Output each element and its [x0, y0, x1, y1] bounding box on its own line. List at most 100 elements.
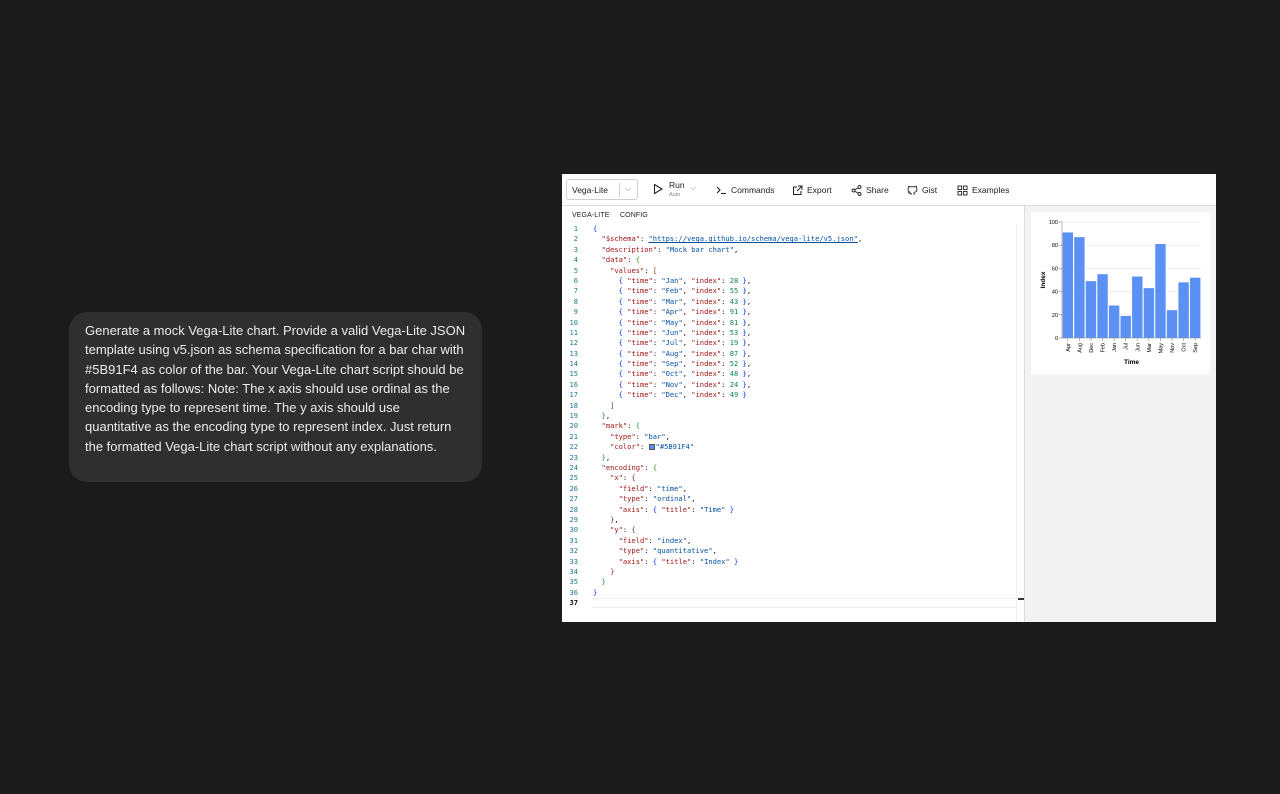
editor-toolbar: Vega-Lite ⌵ Run Auto ⌵ Commands Export S…	[562, 174, 1216, 206]
bar-feb	[1097, 274, 1108, 338]
code-line[interactable]: 15 { "time": "Oct", "index": 48 },	[562, 369, 1016, 379]
code-line[interactable]: 28 "axis": { "title": "Time" }	[562, 505, 1016, 515]
x-tick-label: Mar	[1147, 343, 1153, 353]
x-tick-label: Sep	[1193, 343, 1199, 353]
commands-button[interactable]: Commands	[716, 174, 774, 206]
code-line[interactable]: 12 { "time": "Jul", "index": 19 },	[562, 338, 1016, 348]
code-line[interactable]: 37	[562, 598, 1016, 608]
code-text: { "time": "May", "index": 81 },	[618, 317, 752, 327]
line-number: 11	[569, 327, 578, 337]
x-tick-label: Feb	[1101, 343, 1107, 352]
code-line[interactable]: 20 "mark": {	[562, 421, 1016, 431]
code-line[interactable]: 9 { "time": "Apr", "index": 91 },	[562, 307, 1016, 317]
code-text: { "time": "Oct", "index": 48 },	[618, 369, 752, 379]
mode-select-divider	[619, 183, 620, 197]
code-text: "field": "time",	[618, 483, 687, 493]
code-line[interactable]: 2 "$schema": "https://vega.github.io/sch…	[562, 234, 1016, 244]
code-line[interactable]: 24 "encoding": {	[562, 463, 1016, 473]
examples-button[interactable]: Examples	[957, 174, 1009, 206]
chevron-down-icon[interactable]: ⌵	[690, 183, 696, 193]
y-tick-label: 80	[1052, 243, 1058, 249]
code-line[interactable]: 1{	[562, 224, 1016, 234]
x-axis-title: Time	[1124, 359, 1139, 366]
code-line[interactable]: 4 "data": {	[562, 255, 1016, 265]
line-number: 35	[569, 577, 578, 587]
code-text: { "time": "Apr", "index": 91 },	[618, 307, 752, 317]
code-line[interactable]: 22 "color": "#5B91F4"	[562, 442, 1016, 452]
code-line[interactable]: 36}	[562, 588, 1016, 598]
line-number: 21	[569, 431, 578, 441]
code-text: },	[601, 452, 611, 462]
code-text: },	[610, 514, 619, 524]
run-mode-label: Auto	[669, 192, 681, 198]
y-tick-label: 100	[1049, 220, 1058, 226]
line-number: 12	[569, 338, 578, 348]
code-text: "field": "index",	[618, 535, 692, 545]
bar-jun	[1132, 276, 1143, 338]
code-text: {	[593, 224, 598, 233]
code-line[interactable]: 33 "axis": { "title": "Index" }	[562, 557, 1016, 567]
code-line[interactable]: 19 },	[562, 411, 1016, 421]
code-line[interactable]: 16 { "time": "Nov", "index": 24 },	[562, 380, 1016, 390]
code-text: }	[601, 577, 606, 587]
code-line[interactable]: 23 },	[562, 453, 1016, 463]
code-text: { "time": "Jun", "index": 53 },	[618, 327, 752, 337]
code-line[interactable]: 11 { "time": "Jun", "index": 53 },	[562, 328, 1016, 338]
code-text: "mark": {	[601, 421, 640, 431]
code-line[interactable]: 21 "type": "bar",	[562, 432, 1016, 442]
share-button[interactable]: Share	[851, 174, 889, 206]
code-line[interactable]: 6 { "time": "Jan", "index": 28 },	[562, 276, 1016, 286]
bar-nov	[1166, 310, 1178, 338]
line-number: 18	[569, 400, 578, 410]
bar-may	[1155, 244, 1166, 338]
line-number: 24	[569, 462, 578, 472]
code-line[interactable]: 3 "description": "Mock bar chart",	[562, 245, 1016, 255]
code-line[interactable]: 26 "field": "time",	[562, 484, 1016, 494]
code-text: { "time": "Jan", "index": 28 },	[618, 275, 752, 285]
code-text: }	[593, 587, 598, 597]
code-line[interactable]: 34 }	[562, 567, 1016, 577]
code-line[interactable]: 25 "x": {	[562, 473, 1016, 483]
mode-select-label: Vega-Lite	[572, 185, 608, 195]
gist-label: Gist	[922, 185, 938, 195]
tab-vega-lite[interactable]: VEGA-LITE	[572, 212, 609, 219]
export-label: Export	[807, 185, 832, 195]
editor-scrollbar[interactable]	[1016, 224, 1025, 622]
bar-apr	[1062, 232, 1074, 338]
code-line[interactable]: 32 "type": "quantitative",	[562, 546, 1016, 556]
code-line[interactable]: 7 { "time": "Feb", "index": 55 },	[562, 286, 1016, 296]
code-line[interactable]: 17 { "time": "Dec", "index": 49 }	[562, 390, 1016, 400]
tab-config[interactable]: CONFIG	[620, 212, 648, 219]
code-line[interactable]: 18 ]	[562, 401, 1016, 411]
mode-select[interactable]: Vega-Lite ⌵	[566, 179, 638, 200]
bar-dec	[1085, 281, 1097, 338]
x-tick-label: Oct	[1182, 343, 1188, 352]
line-number: 28	[569, 504, 578, 514]
code-line[interactable]: 8 { "time": "Mar", "index": 43 },	[562, 297, 1016, 307]
x-tick-label: Jan	[1112, 343, 1118, 352]
export-button[interactable]: Export	[792, 174, 832, 206]
code-line[interactable]: 29 },	[562, 515, 1016, 525]
code-line[interactable]: 14 { "time": "Sep", "index": 52 },	[562, 359, 1016, 369]
code-line[interactable]: 13 { "time": "Aug", "index": 87 },	[562, 349, 1016, 359]
line-number: 31	[569, 535, 578, 545]
code-line[interactable]: 27 "type": "ordinal",	[562, 494, 1016, 504]
chevron-down-icon[interactable]: ⌵	[625, 184, 631, 194]
play-icon	[653, 183, 663, 195]
gist-button[interactable]: Gist	[907, 174, 937, 206]
external-link-icon	[793, 185, 803, 195]
chat-message-bubble: Generate a mock Vega-Lite chart. Provide…	[69, 312, 482, 482]
y-axis-title: Index	[1040, 271, 1047, 288]
code-lines: 1{2 "$schema": "https://vega.github.io/s…	[562, 224, 1016, 622]
code-line[interactable]: 5 "values": [	[562, 266, 1016, 276]
code-editor[interactable]: 1{2 "$schema": "https://vega.github.io/s…	[562, 224, 1025, 622]
line-number: 19	[569, 411, 578, 421]
grid-icon	[957, 185, 968, 195]
code-line[interactable]: 30 "y": {	[562, 525, 1016, 535]
code-line[interactable]: 31 "field": "index",	[562, 536, 1016, 546]
code-text: "type": "quantitative",	[618, 546, 717, 556]
code-line[interactable]: 35 }	[562, 577, 1016, 587]
code-text: "values": [	[610, 265, 658, 275]
code-line[interactable]: 10 { "time": "May", "index": 81 },	[562, 318, 1016, 328]
code-text: "$schema": "https://vega.github.io/schem…	[601, 234, 863, 244]
